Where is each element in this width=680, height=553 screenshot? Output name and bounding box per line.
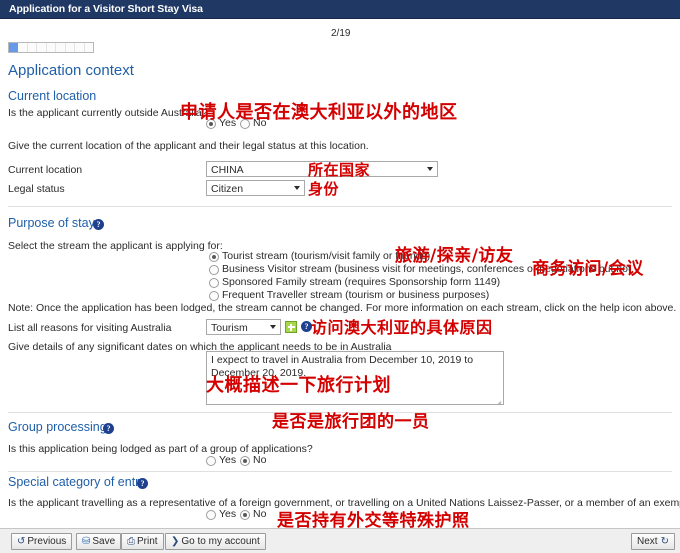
previous-button[interactable]: ↺ Previous: [11, 533, 73, 550]
chevron-down-icon: [270, 325, 276, 329]
annotation-current-country: 所在国家: [308, 161, 371, 179]
help-icon[interactable]: ?: [137, 478, 148, 489]
radio-stream-frequent-traveller[interactable]: [209, 291, 219, 301]
radio-special-category-yes[interactable]: [206, 510, 216, 520]
label-current-location: Current location: [8, 164, 83, 176]
radio-group-processing-no[interactable]: [240, 456, 250, 466]
print-button[interactable]: ⎙ Print: [121, 533, 164, 550]
annotation-business-stream: 商务访问/会议: [532, 259, 644, 279]
annotation-tourist-stream: 旅游/探亲/访友: [395, 246, 514, 266]
go-to-my-account-label: Go to my account: [181, 536, 260, 547]
visa-application-window: Application for a Visitor Short Stay Vis…: [0, 0, 680, 553]
label-reasons-for-visiting: List all reasons for visiting Australia: [8, 322, 172, 334]
help-icon[interactable]: ?: [93, 219, 104, 230]
print-icon: ⎙: [127, 536, 135, 547]
next-button[interactable]: Next ↻: [631, 533, 675, 550]
annotation-legal-status: 身份: [308, 180, 340, 198]
annotation-group-member: 是否是旅行团的一员: [272, 412, 430, 432]
radio-label-group-processing-yes[interactable]: Yes: [219, 454, 236, 466]
select-reason-for-visiting[interactable]: Tourism: [206, 319, 281, 335]
select-legal-status-value: Citizen: [211, 183, 244, 195]
radio-label-special-category-no[interactable]: No: [253, 508, 266, 520]
next-arrow-icon: ↻: [660, 536, 669, 547]
radio-label-group-processing-no[interactable]: No: [253, 454, 266, 466]
window-title: Application for a Visitor Short Stay Vis…: [9, 3, 203, 15]
window-titlebar: Application for a Visitor Short Stay Vis…: [0, 0, 680, 19]
help-icon[interactable]: ?: [103, 423, 114, 434]
save-button-label: Save: [92, 536, 116, 547]
select-legal-status[interactable]: Citizen: [206, 180, 305, 196]
print-button-label: Print: [137, 536, 158, 547]
radio-stream-tourist[interactable]: [209, 252, 219, 262]
footer-toolbar: ↺ Previous ⛁ Save ⎙ Print ❯ Go to my account…: [0, 528, 680, 553]
current-location-instruction: Give the current location of the applica…: [8, 140, 369, 152]
previous-button-label: Previous: [27, 536, 67, 547]
previous-arrow-icon: ↺: [17, 536, 26, 547]
select-reason-value: Tourism: [211, 322, 248, 334]
purpose-of-stay-question: Select the stream the applicant is apply…: [8, 240, 223, 252]
save-button[interactable]: ⛁ Save: [76, 533, 122, 550]
section-divider-3: [8, 471, 672, 472]
radio-label-stream-sponsored-family[interactable]: Sponsored Family stream (requires Sponso…: [222, 276, 500, 288]
section-heading-current-location: Current location: [8, 89, 97, 103]
radio-group-processing-yes[interactable]: [206, 456, 216, 466]
progress-bar: [8, 42, 94, 53]
annotation-outside-australia: 申请人是否在澳大利亚以外的地区: [180, 102, 458, 123]
annotation-visit-reasons: 访问澳大利亚的具体原因: [311, 318, 493, 337]
annotation-travel-plan: 大概描述一下旅行计划: [206, 375, 391, 396]
radio-stream-sponsored-family[interactable]: [209, 278, 219, 288]
progress-fill: [9, 43, 18, 52]
chevron-right-icon: ❯: [171, 536, 180, 547]
radio-stream-business-visitor[interactable]: [209, 265, 219, 275]
section-divider-1: [8, 206, 672, 207]
group-processing-question: Is this application being lodged as part…: [8, 443, 313, 455]
go-to-my-account-button[interactable]: ❯ Go to my account: [165, 533, 266, 550]
save-disk-icon: ⛁: [82, 536, 91, 547]
page-counter: 2/19: [331, 28, 351, 39]
add-plus-icon[interactable]: [285, 321, 297, 333]
current-location-question: Is the applicant currently outside Austr…: [8, 107, 208, 119]
select-current-location-value: CHINA: [211, 164, 244, 176]
section-heading-special-category: Special category of entry: [8, 475, 146, 489]
radio-label-special-category-yes[interactable]: Yes: [219, 508, 236, 520]
section-heading-purpose-of-stay: Purpose of stay: [8, 216, 95, 230]
next-button-label: Next: [637, 536, 658, 547]
resize-grip-icon[interactable]: [494, 395, 502, 404]
progress-segments: [9, 43, 93, 52]
radio-label-stream-frequent-traveller[interactable]: Frequent Traveller stream (tourism or bu…: [222, 289, 489, 301]
chevron-down-icon: [427, 167, 433, 171]
chevron-down-icon: [294, 186, 300, 190]
section-heading-group-processing: Group processing: [8, 420, 107, 434]
purpose-of-stay-note: Note: Once the application has been lodg…: [8, 302, 677, 314]
label-legal-status: Legal status: [8, 183, 65, 195]
radio-special-category-no[interactable]: [240, 510, 250, 520]
page-title: Application context: [8, 62, 134, 79]
